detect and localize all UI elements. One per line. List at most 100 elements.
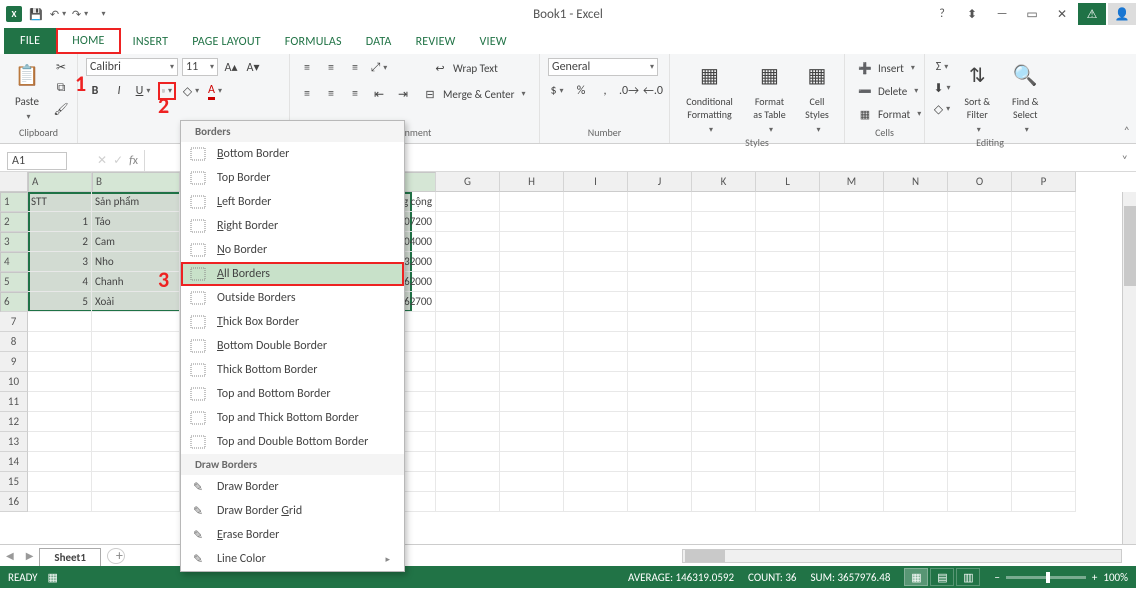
cell[interactable] [628, 312, 692, 332]
cell[interactable] [756, 472, 820, 492]
cell[interactable] [500, 232, 564, 252]
cell[interactable] [884, 272, 948, 292]
format-cells-button[interactable]: ▦Format▾ [853, 104, 924, 124]
cell[interactable] [436, 272, 500, 292]
cell[interactable] [756, 452, 820, 472]
horizontal-scrollbar-thumb[interactable] [685, 550, 725, 562]
enter-formula-icon[interactable]: ✓ [113, 153, 123, 168]
cell[interactable] [92, 412, 180, 432]
cell[interactable] [1012, 472, 1076, 492]
menu-item-right-border[interactable]: Right Border [181, 214, 404, 238]
cell[interactable] [948, 492, 1012, 512]
tab-view[interactable]: VIEW [468, 30, 519, 54]
increase-decimal-icon[interactable]: .0→ [620, 82, 638, 100]
cell[interactable] [948, 292, 1012, 312]
italic-button[interactable]: I [110, 82, 128, 100]
cell[interactable]: 3 [28, 252, 92, 272]
cell[interactable] [884, 372, 948, 392]
cell[interactable] [28, 432, 92, 452]
redo-icon[interactable]: ↷▾ [72, 6, 88, 22]
cell[interactable] [692, 192, 756, 212]
cut-icon[interactable]: ✂ [52, 58, 70, 76]
merge-center-button[interactable]: ⊟Merge & Center▾ [418, 84, 529, 104]
cell[interactable] [436, 332, 500, 352]
cell[interactable] [564, 432, 628, 452]
cell[interactable] [948, 432, 1012, 452]
alert-icon[interactable]: ⚠ [1078, 3, 1106, 25]
cell[interactable] [692, 212, 756, 232]
cell[interactable] [1012, 372, 1076, 392]
cell[interactable] [628, 272, 692, 292]
menu-item-erase-border[interactable]: ✎Erase Border [181, 523, 404, 547]
save-icon[interactable]: 💾 [28, 6, 44, 22]
cell[interactable] [756, 292, 820, 312]
column-header[interactable]: N [884, 172, 948, 192]
cell-styles-button[interactable]: ▦Cell Styles▾ [798, 58, 836, 136]
cell[interactable] [436, 192, 500, 212]
align-left-icon[interactable]: ≡ [298, 85, 316, 103]
ribbon-options-icon[interactable]: ⬍ [958, 3, 986, 25]
autosum-icon[interactable]: Σ▾ [933, 58, 951, 76]
column-header[interactable]: J [628, 172, 692, 192]
account-icon[interactable]: 👤 [1108, 3, 1136, 25]
cell[interactable] [628, 192, 692, 212]
undo-icon[interactable]: ↶▾ [50, 6, 66, 22]
cell[interactable] [92, 392, 180, 412]
select-all-corner[interactable] [0, 172, 28, 192]
row-header[interactable]: 5 [0, 272, 28, 292]
cell[interactable] [948, 192, 1012, 212]
cell[interactable] [1012, 192, 1076, 212]
insert-cells-button[interactable]: ➕Insert▾ [853, 58, 924, 78]
worksheet-grid[interactable]: ABCDEFGHIJKLMNOP 12345678910111213141516… [0, 172, 1136, 544]
cell[interactable] [628, 372, 692, 392]
conditional-formatting-button[interactable]: ▦Conditional Formatting▾ [678, 58, 741, 136]
cell[interactable] [564, 372, 628, 392]
name-box[interactable]: A1 [7, 152, 67, 170]
row-header[interactable]: 15 [0, 472, 28, 492]
column-header[interactable]: I [564, 172, 628, 192]
delete-cells-button[interactable]: ➖Delete▾ [853, 81, 924, 101]
cell[interactable] [948, 392, 1012, 412]
cell[interactable] [92, 332, 180, 352]
cell[interactable] [564, 232, 628, 252]
cell[interactable] [820, 232, 884, 252]
menu-item-top-border[interactable]: Top Border [181, 166, 404, 190]
cell[interactable] [820, 352, 884, 372]
cell[interactable] [500, 412, 564, 432]
fx-icon[interactable]: fx [129, 154, 138, 168]
cell[interactable] [500, 212, 564, 232]
tab-insert[interactable]: INSERT [121, 30, 181, 54]
paste-button[interactable]: 📋 Paste ▾ [8, 58, 46, 123]
cell[interactable] [500, 252, 564, 272]
cell[interactable] [820, 312, 884, 332]
cell[interactable] [564, 492, 628, 512]
row-header[interactable]: 4 [0, 252, 28, 272]
cell[interactable] [92, 492, 180, 512]
cell[interactable] [28, 392, 92, 412]
cell[interactable] [692, 392, 756, 412]
row-header[interactable]: 7 [0, 312, 28, 332]
decrease-decimal-icon[interactable]: ←.0 [644, 82, 662, 100]
row-header[interactable]: 14 [0, 452, 28, 472]
cell[interactable] [1012, 392, 1076, 412]
cancel-formula-icon[interactable]: ✕ [97, 153, 107, 168]
number-format-select[interactable]: General▾ [548, 58, 658, 76]
cell[interactable] [820, 472, 884, 492]
cell[interactable] [628, 412, 692, 432]
cell[interactable] [948, 252, 1012, 272]
cell[interactable] [756, 412, 820, 432]
cell[interactable] [756, 252, 820, 272]
cell[interactable] [820, 212, 884, 232]
cell[interactable]: 2 [28, 232, 92, 252]
cell[interactable] [92, 472, 180, 492]
cell[interactable] [1012, 232, 1076, 252]
zoom-slider[interactable] [1006, 576, 1086, 579]
cell[interactable]: 1 [28, 212, 92, 232]
cell[interactable] [628, 292, 692, 312]
cell[interactable] [500, 192, 564, 212]
font-color-button[interactable]: A▾ [206, 82, 224, 100]
cell[interactable] [436, 492, 500, 512]
row-header[interactable]: 10 [0, 372, 28, 392]
expand-formula-bar-icon[interactable]: ˅ [1114, 154, 1136, 168]
cell[interactable] [948, 472, 1012, 492]
